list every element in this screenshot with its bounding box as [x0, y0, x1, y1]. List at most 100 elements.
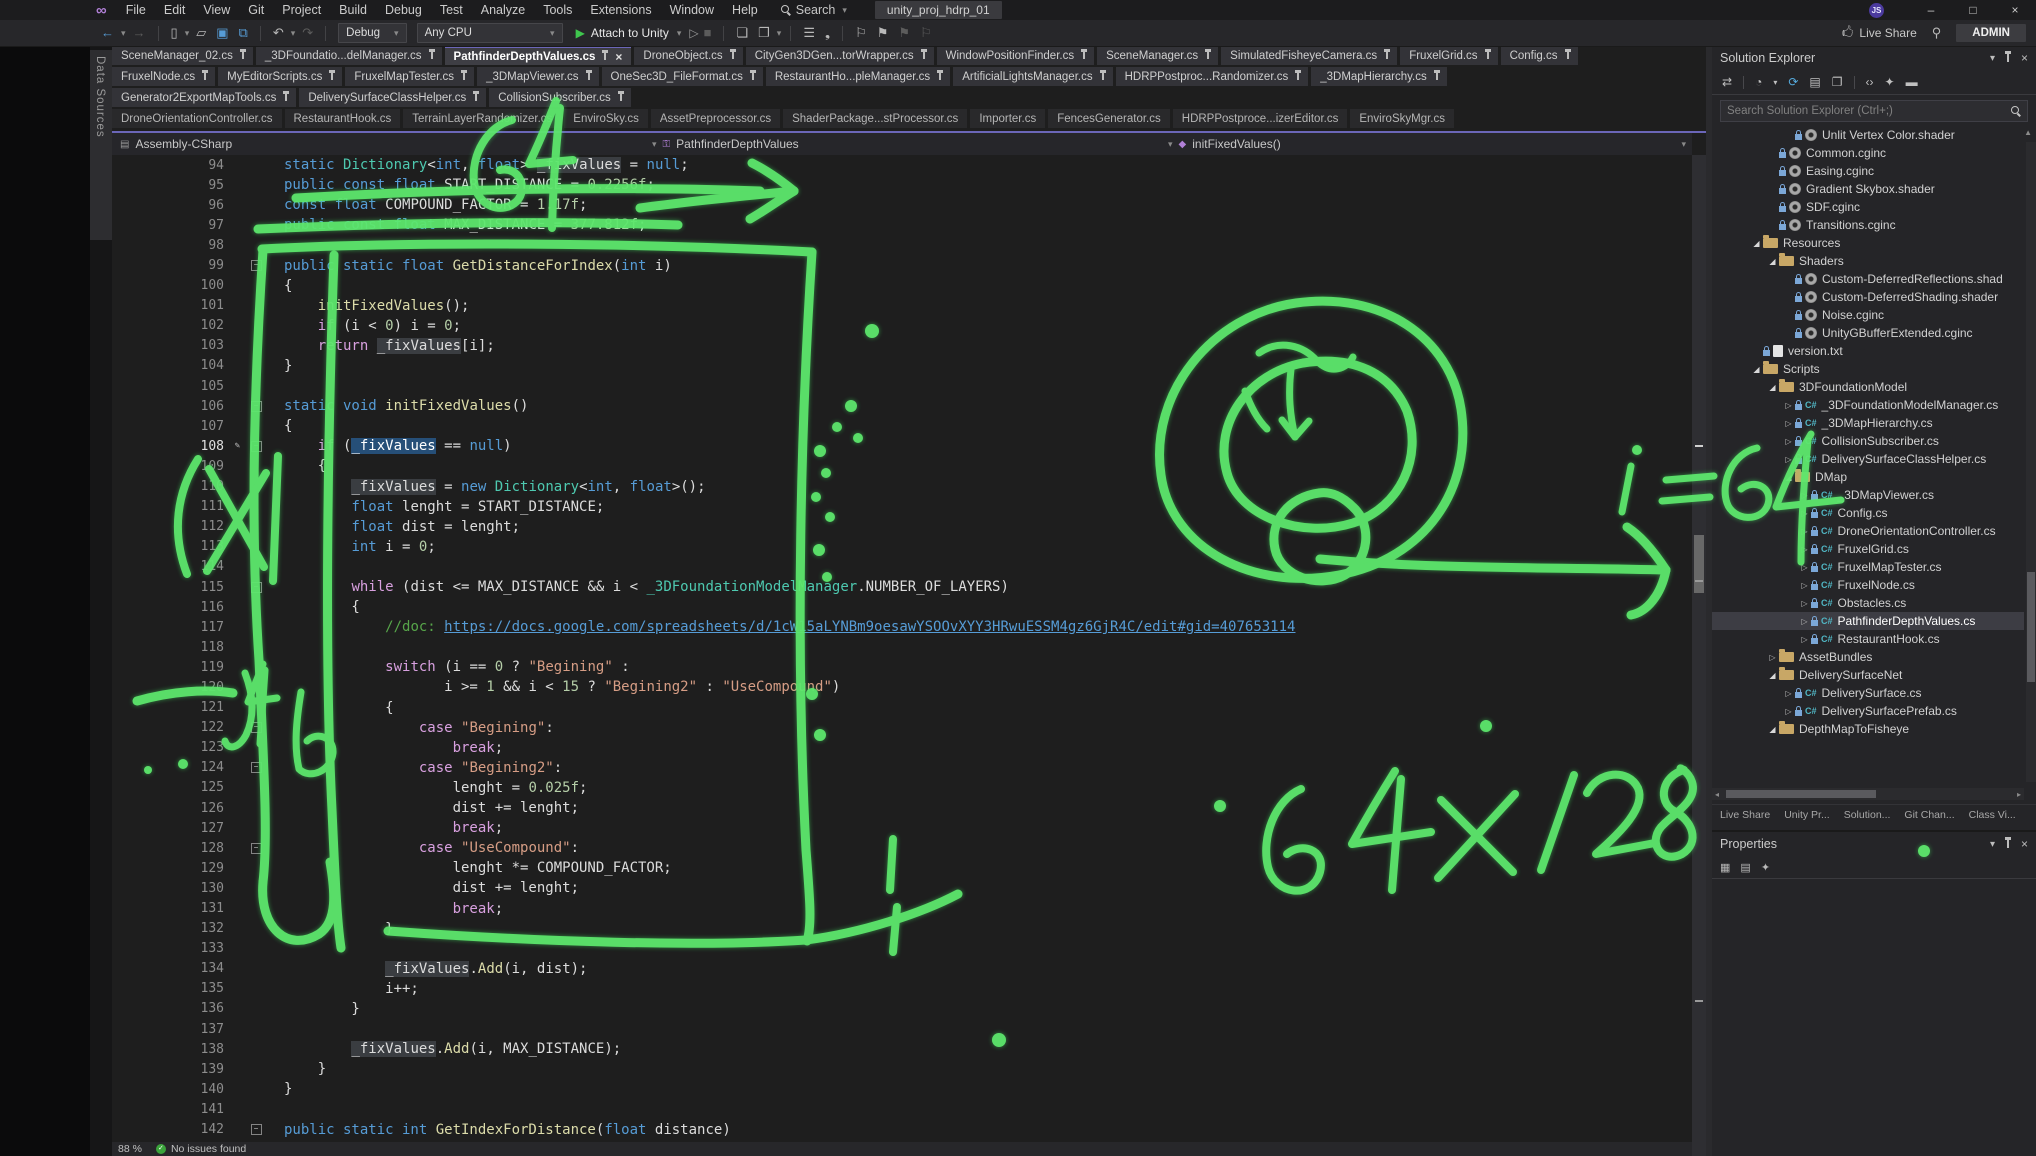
code-line-129[interactable]: 129 lenght *= COMPOUND_FACTOR; — [112, 858, 1692, 878]
tree-vertical-scrollbar[interactable] — [2026, 142, 2036, 782]
close-icon[interactable]: × — [615, 50, 622, 64]
undo-dropdown-icon[interactable]: ▾ — [291, 21, 296, 45]
expand-arrow-icon[interactable]: ▷ — [1782, 707, 1795, 716]
comment-icon[interactable]: ❟ — [825, 21, 830, 45]
bookmark-prev-icon[interactable]: ⚑ — [898, 21, 910, 45]
expand-arrow-icon[interactable]: ◢ — [1766, 257, 1779, 266]
code-line-100[interactable]: 100{ — [112, 276, 1692, 296]
pin-icon[interactable] — [923, 52, 925, 59]
breadcrumb-type[interactable]: ▾ ⚿ PathfinderDepthValues — [652, 133, 799, 155]
tree-item-sdf-cginc[interactable]: SDF.cginc — [1712, 198, 2024, 216]
document-tab[interactable]: TerrainLayerRandomizer.cs — [403, 109, 561, 128]
tree-item-fruxelgrid-cs[interactable]: ▷C#FruxelGrid.cs — [1712, 540, 2024, 558]
document-tab[interactable]: FruxelMapTester.cs — [345, 67, 474, 86]
panel-tab-live-share[interactable]: Live Share — [1720, 809, 1770, 821]
collapse-region-icon[interactable]: − — [251, 260, 262, 271]
navigate-back-icon[interactable]: ← — [101, 21, 114, 45]
expand-arrow-icon[interactable]: ▷ — [1798, 617, 1811, 626]
code-line-136[interactable]: 136 } — [112, 999, 1692, 1019]
properties-tool-icon[interactable]: ✦ — [1885, 75, 1895, 89]
editor-vertical-scrollbar[interactable] — [1692, 155, 1706, 1156]
refresh-icon[interactable]: ⟳ — [1788, 75, 1798, 89]
code-line-126[interactable]: 126 dist += lenght; — [112, 798, 1692, 818]
code-line-131[interactable]: 131 break; — [112, 898, 1692, 918]
document-tab[interactable]: CityGen3DGen...torWrapper.cs — [746, 46, 934, 65]
minimize-button[interactable]: – — [1910, 0, 1952, 20]
tree-item--3dmaphierarchy-cs[interactable]: ▷C#_3DMapHierarchy.cs — [1712, 414, 2024, 432]
tree-item-dmap[interactable]: ◢DMap — [1712, 468, 2024, 486]
document-tab[interactable]: _3DMapViewer.cs — [477, 67, 598, 86]
admin-button[interactable]: ADMIN — [1956, 24, 2026, 42]
document-tab[interactable]: SceneManager_02.cs — [112, 46, 253, 65]
pin-icon[interactable] — [1487, 52, 1489, 59]
document-tab[interactable]: _3DFoundatio...delManager.cs — [256, 46, 442, 65]
breadcrumb-member[interactable]: ▾ ◆ initFixedValues() — [1168, 133, 1281, 155]
code-line-102[interactable]: 102 if (i < 0) i = 0; — [112, 316, 1692, 336]
scrollbar-thumb[interactable] — [2027, 572, 2035, 682]
property-pages-icon[interactable]: ✦ — [1761, 861, 1770, 874]
tree-item-shaders[interactable]: ◢Shaders — [1712, 252, 2024, 270]
document-tab[interactable]: AssetPreprocessor.cs — [651, 109, 780, 128]
pin-icon[interactable] — [463, 73, 465, 80]
save-icon[interactable]: ▣ — [216, 21, 228, 45]
document-tab[interactable]: SceneManager.cs — [1097, 46, 1218, 65]
tree-item-restauranthook-cs[interactable]: ▷C#RestaurantHook.cs — [1712, 630, 2024, 648]
document-tab[interactable]: PathfinderDepthValues.cs× — [445, 46, 632, 65]
code-line-137[interactable]: 137 — [112, 1019, 1692, 1039]
back-dropdown-icon[interactable]: ▾ — [121, 21, 126, 45]
code-line-95[interactable]: 95public const float START_DISTANCE = 0.… — [112, 175, 1692, 195]
undo-icon[interactable]: ↶ — [273, 21, 284, 45]
expand-arrow-icon[interactable]: ◢ — [1782, 473, 1795, 482]
collapse-region-icon[interactable]: − — [251, 1124, 262, 1135]
menu-debug[interactable]: Debug — [376, 0, 431, 20]
code-line-107[interactable]: 107{ — [112, 416, 1692, 436]
pin-icon[interactable] — [1567, 52, 1569, 59]
code-line-119[interactable]: 119 switch (i == 0 ? "Begining" : — [112, 657, 1692, 677]
code-line-101[interactable]: 101 initFixedValues(); — [112, 296, 1692, 316]
new-file-dropdown-icon[interactable]: ▾ — [185, 21, 190, 45]
code-line-112[interactable]: 112 float dist = lenght; — [112, 517, 1692, 537]
pin-icon[interactable] — [1207, 52, 1209, 59]
code-line-116[interactable]: 116 { — [112, 597, 1692, 617]
save-all-icon[interactable]: ⧉ — [239, 21, 248, 45]
code-editor[interactable]: 94static Dictionary<int, float> _fixValu… — [112, 155, 1692, 1142]
expand-arrow-icon[interactable]: ▷ — [1798, 545, 1811, 554]
tree-item-gradient-skybox-shader[interactable]: Gradient Skybox.shader — [1712, 180, 2024, 198]
tree-horizontal-scrollbar[interactable]: ◂ ▸ — [1712, 788, 2024, 800]
tree-item-collisionsubscriber-cs[interactable]: ▷C#CollisionSubscriber.cs — [1712, 432, 2024, 450]
tree-item-config-cs[interactable]: ▷C#Config.cs — [1712, 504, 2024, 522]
code-line-108[interactable]: 108✎− if (_fixValues == null) — [112, 436, 1692, 456]
collapse-region-icon[interactable]: − — [251, 722, 262, 733]
document-tab[interactable]: EnviroSkyMgr.cs — [1350, 109, 1454, 128]
tree-item-droneorientationcontroller-cs[interactable]: ▷C#DroneOrientationController.cs — [1712, 522, 2024, 540]
code-line-98[interactable]: 98 — [112, 235, 1692, 255]
pin-icon[interactable] — [475, 94, 477, 101]
code-line-94[interactable]: 94static Dictionary<int, float> _fixValu… — [112, 155, 1692, 175]
code-line-138[interactable]: 138 _fixValues.Add(i, MAX_DISTANCE); — [112, 1039, 1692, 1059]
menu-build[interactable]: Build — [330, 0, 376, 20]
tree-item-transitions-cginc[interactable]: Transitions.cginc — [1712, 216, 2024, 234]
code-line-135[interactable]: 135 i++; — [112, 979, 1692, 999]
expand-arrow-icon[interactable]: ▷ — [1782, 419, 1795, 428]
code-line-128[interactable]: 128− case "UseCompound": — [112, 838, 1692, 858]
code-line-109[interactable]: 109 { — [112, 456, 1692, 476]
collapse-region-icon[interactable]: − — [251, 762, 262, 773]
pin-icon[interactable] — [2007, 54, 2009, 62]
doc-link[interactable]: https://docs.google.com/spreadsheets/d/1… — [444, 619, 1295, 635]
tree-item-depthmaptofisheye[interactable]: ◢DepthMapToFisheye — [1712, 720, 2024, 738]
pin-icon[interactable] — [242, 52, 244, 59]
chevron-down-icon[interactable]: ▾ — [1990, 839, 1995, 850]
expand-arrow-icon[interactable]: ▷ — [1766, 653, 1779, 662]
document-tab[interactable]: DeliverySurfaceClassHelper.cs — [299, 88, 486, 107]
code-line-118[interactable]: 118 — [112, 637, 1692, 657]
alphabetical-icon[interactable]: ▤ — [1740, 861, 1750, 874]
editor-zoom-level[interactable]: 88 % — [118, 1143, 142, 1155]
document-tab[interactable]: EnviroSky.cs — [564, 109, 648, 128]
show-all-files-icon[interactable]: ❐ — [1832, 75, 1843, 89]
code-line-139[interactable]: 139 } — [112, 1059, 1692, 1079]
expand-arrow-icon[interactable]: ▷ — [1798, 599, 1811, 608]
new-file-icon[interactable]: ▯ — [171, 21, 178, 45]
scrollbar-thumb[interactable] — [1694, 535, 1704, 593]
debug-configuration-dropdown[interactable]: Debug▾ — [338, 23, 406, 43]
scroll-up-icon[interactable]: ▲ — [2024, 128, 2032, 137]
